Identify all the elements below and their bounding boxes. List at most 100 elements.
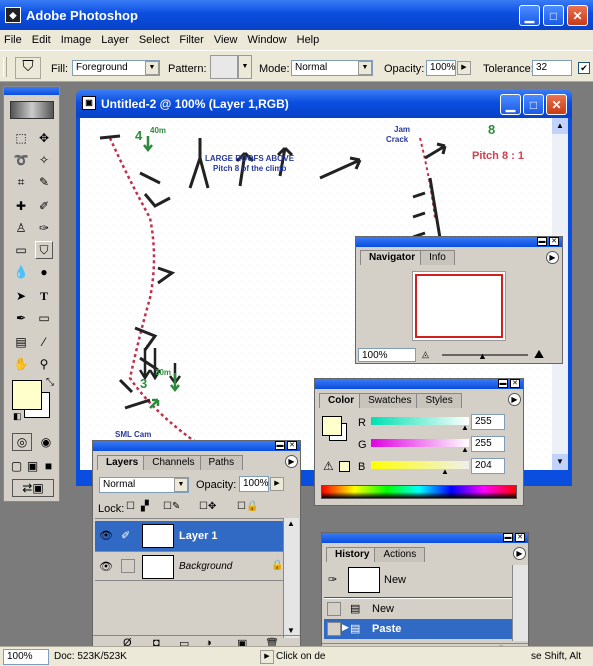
layers-minimize-icon[interactable]: ▬ bbox=[275, 441, 285, 450]
healing-brush-tool-icon[interactable]: ✚ bbox=[12, 197, 30, 215]
layers-scroll-down-icon[interactable]: ▼ bbox=[287, 626, 295, 635]
screen-mode-standard-icon[interactable]: ▢ bbox=[9, 457, 24, 475]
color-ramp[interactable] bbox=[321, 485, 517, 499]
tab-paths[interactable]: Paths bbox=[199, 455, 244, 470]
history-snapshot-row[interactable]: ✑ New bbox=[324, 565, 512, 595]
navigator-view-box[interactable] bbox=[415, 274, 503, 338]
dodge-tool-icon[interactable]: ● bbox=[35, 263, 53, 281]
tab-history[interactable]: History bbox=[326, 547, 379, 562]
lock-image-icon[interactable]: ☐✎ bbox=[163, 501, 180, 512]
state-source-box[interactable] bbox=[327, 602, 341, 616]
history-brush-source-icon[interactable]: ✑ bbox=[328, 573, 337, 586]
status-zoom-input[interactable]: 100% bbox=[3, 649, 49, 665]
history-state-row-active[interactable]: ▶ ▤ Paste bbox=[324, 619, 512, 639]
history-scrollbar[interactable] bbox=[512, 565, 528, 641]
tab-layers[interactable]: Layers bbox=[97, 455, 148, 470]
menu-select[interactable]: Select bbox=[139, 34, 170, 46]
document-icon[interactable]: ▣ bbox=[82, 96, 96, 110]
tab-actions[interactable]: Actions bbox=[374, 547, 426, 562]
screen-mode-full-icon[interactable]: ■ bbox=[41, 457, 56, 475]
channel-b-input[interactable]: 204 bbox=[471, 458, 505, 474]
channel-b-slider[interactable] bbox=[371, 461, 469, 469]
zoom-in-icon[interactable]: ⛰ bbox=[534, 347, 544, 362]
lock-position-icon[interactable]: ☐✥ bbox=[199, 501, 216, 512]
zoom-tool-icon[interactable]: ⚲ bbox=[35, 355, 53, 373]
crop-tool-icon[interactable]: ⌗ bbox=[12, 173, 30, 191]
blur-tool-icon[interactable]: 💧 bbox=[12, 263, 30, 281]
document-titlebar[interactable]: ▣ Untitled-2 @ 100% (Layer 1,RGB) ▁ □ ✕ bbox=[76, 90, 572, 118]
blend-mode-dropdown-icon[interactable]: ▼ bbox=[174, 478, 188, 492]
path-selection-tool-icon[interactable]: ➤ bbox=[12, 287, 30, 305]
color-menu-icon[interactable]: ▶ bbox=[508, 393, 521, 406]
rectangle-tool-icon[interactable]: ▭ bbox=[35, 309, 53, 327]
doc-maximize-button[interactable]: □ bbox=[523, 94, 544, 115]
foreground-color-swatch[interactable] bbox=[12, 380, 42, 410]
menu-edit[interactable]: Edit bbox=[32, 34, 51, 46]
eraser-tool-icon[interactable]: ▭ bbox=[12, 241, 30, 259]
layer-opacity-arrow-icon[interactable]: ▶ bbox=[270, 477, 284, 491]
slice-tool-icon[interactable]: ✎ bbox=[35, 173, 53, 191]
notes-tool-icon[interactable]: ▤ bbox=[12, 333, 30, 351]
layers-menu-icon[interactable]: ▶ bbox=[285, 455, 298, 468]
screen-mode-menubar-icon[interactable]: ▣ bbox=[25, 457, 40, 475]
menu-image[interactable]: Image bbox=[61, 34, 92, 46]
pen-tool-icon[interactable]: ✒ bbox=[12, 309, 30, 327]
mode-dropdown-icon[interactable]: ▼ bbox=[358, 61, 372, 75]
navigator-close-icon[interactable]: ✕ bbox=[549, 237, 559, 246]
color-close-icon[interactable]: ✕ bbox=[510, 379, 520, 388]
close-button[interactable]: ✕ bbox=[567, 5, 588, 26]
navigator-titlebar[interactable] bbox=[356, 237, 562, 247]
maximize-button[interactable]: □ bbox=[543, 5, 564, 26]
history-slider-icon[interactable]: ▶ bbox=[342, 622, 349, 633]
minimize-button[interactable]: ▁ bbox=[519, 5, 540, 26]
visibility-eye-icon[interactable]: 👁 bbox=[99, 560, 113, 573]
tab-navigator[interactable]: Navigator bbox=[360, 250, 425, 265]
layer-opacity-input[interactable]: 100% bbox=[239, 476, 269, 492]
history-state-row[interactable]: ▤ New bbox=[324, 599, 512, 619]
navigator-zoom-input[interactable]: 100% bbox=[358, 348, 416, 362]
lasso-tool-icon[interactable]: ➰ bbox=[12, 151, 30, 169]
anti-alias-checkbox[interactable]: ✔ bbox=[578, 62, 590, 74]
navigator-preview[interactable] bbox=[412, 271, 506, 341]
menu-window[interactable]: Window bbox=[248, 34, 287, 46]
fill-dropdown-icon[interactable]: ▼ bbox=[145, 61, 159, 75]
hand-tool-icon[interactable]: ✋ bbox=[12, 355, 30, 373]
type-tool-icon[interactable]: T bbox=[35, 287, 53, 305]
tab-info[interactable]: Info bbox=[420, 250, 455, 265]
history-minimize-icon[interactable]: ▬ bbox=[503, 533, 513, 542]
marquee-tool-icon[interactable]: ⬚ bbox=[12, 129, 30, 147]
pattern-picker[interactable] bbox=[210, 55, 238, 79]
link-box[interactable] bbox=[121, 559, 135, 573]
layer-row-background[interactable]: 👁 Background 🔒 bbox=[95, 551, 283, 581]
layers-close-icon[interactable]: ✕ bbox=[287, 441, 297, 450]
move-tool-icon[interactable]: ✥ bbox=[35, 129, 53, 147]
gamut-warning-icon[interactable]: ⚠ bbox=[323, 459, 334, 473]
zoom-out-icon[interactable]: ◬ bbox=[422, 349, 429, 360]
quick-mask-mode-icon[interactable]: ◉ bbox=[36, 433, 56, 451]
tab-swatches[interactable]: Swatches bbox=[359, 393, 421, 408]
layers-scrollbar[interactable]: ▲ ▼ bbox=[283, 518, 299, 638]
menu-help[interactable]: Help bbox=[297, 34, 320, 46]
layer-row-layer1[interactable]: 👁 ✐ Layer 1 bbox=[95, 521, 283, 551]
scroll-up-icon[interactable]: ▲ bbox=[552, 118, 568, 134]
channel-g-thumb[interactable]: ▲ bbox=[461, 445, 469, 454]
standard-mode-icon[interactable]: ◎ bbox=[12, 433, 32, 451]
channel-b-thumb[interactable]: ▲ bbox=[441, 467, 449, 476]
tab-styles[interactable]: Styles bbox=[416, 393, 462, 408]
lock-transparency-icon[interactable]: ☐ bbox=[126, 501, 135, 512]
navigator-minimize-icon[interactable]: ▬ bbox=[537, 237, 547, 246]
state-source-box[interactable] bbox=[327, 622, 341, 636]
history-menu-icon[interactable]: ▶ bbox=[513, 547, 526, 560]
color-minimize-icon[interactable]: ▬ bbox=[498, 379, 508, 388]
photoshop-app-icon[interactable]: ◆ bbox=[5, 7, 21, 23]
menu-filter[interactable]: Filter bbox=[179, 34, 203, 46]
opacity-arrow-icon[interactable]: ▶ bbox=[457, 61, 471, 75]
tab-color[interactable]: Color bbox=[319, 393, 364, 408]
menu-layer[interactable]: Layer bbox=[101, 34, 129, 46]
default-colors-icon[interactable]: ◧ bbox=[13, 411, 22, 422]
channel-g-input[interactable]: 255 bbox=[471, 436, 505, 452]
options-grip[interactable] bbox=[3, 57, 7, 77]
color-fg-swatch[interactable] bbox=[322, 416, 342, 436]
history-titlebar[interactable] bbox=[322, 533, 528, 543]
swap-colors-icon[interactable]: ⤡ bbox=[46, 377, 54, 388]
